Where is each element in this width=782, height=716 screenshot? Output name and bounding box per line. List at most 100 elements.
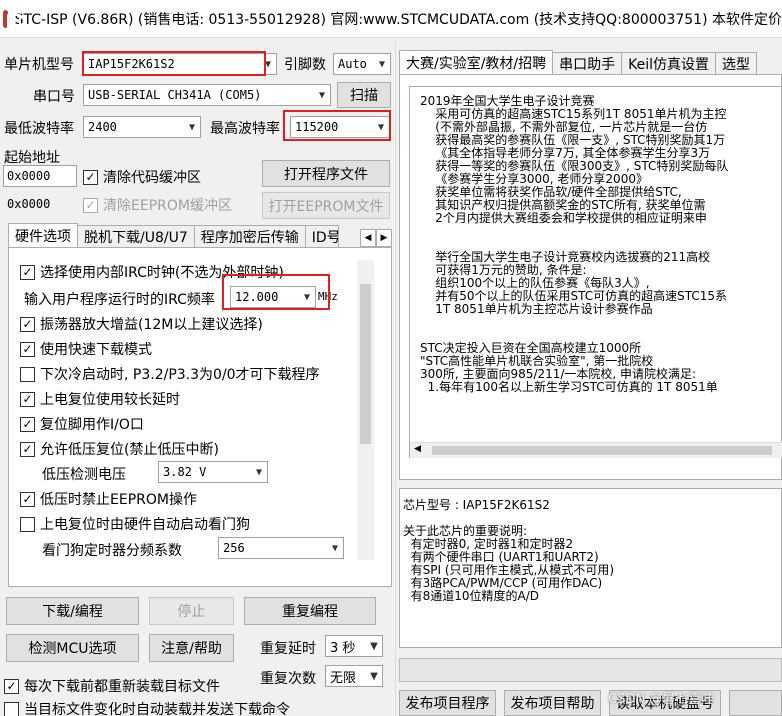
checkmark-icon: ✓ [83, 169, 98, 185]
checkmark-icon: ✓ [83, 197, 98, 213]
unchecked-box-icon [20, 516, 35, 532]
tab-offline-download[interactable]: 脱机下载/U8/U7 [77, 225, 195, 247]
tab-contest-lab[interactable]: 大赛/实验室/教材/招聘 [399, 50, 554, 74]
options-scrollbar[interactable] [357, 260, 374, 560]
chip-info-panel: 芯片型号 : IAP15F2K61S2 关于此芯片的重要说明: 有定时器0, 定… [399, 488, 782, 648]
cold-boot-label: 下次冷启动时, P3.2/P3.3为0/0才可下载程序 [40, 367, 320, 383]
min-baud-select[interactable]: 2400 ▼ [83, 116, 201, 138]
auto-reload-checkbox[interactable]: 当目标文件变化时自动装载并发送下载命令 [4, 699, 290, 716]
publish-help-button[interactable]: 发布项目帮助 [504, 690, 601, 716]
notice-help-button[interactable]: 注意/帮助 [149, 634, 234, 662]
osc-gain-checkbox[interactable]: ✓ 振荡器放大增益(12M以上建议选择) [20, 314, 263, 334]
irc-frequency-select[interactable]: 12.000 ▼ [230, 286, 316, 308]
unchecked-box-icon [4, 701, 19, 716]
eeprom-address-value: 0x0000 [7, 197, 51, 211]
fast-download-label: 使用快速下载模式 [40, 342, 152, 358]
mcu-model-select[interactable]: IAP15F2K61S2 ▼ [83, 53, 277, 75]
chevron-down-icon: ▼ [377, 121, 385, 133]
clear-code-buffer-label: 清除代码缓冲区 [103, 170, 201, 186]
checkmark-icon: ✓ [20, 491, 35, 507]
download-program-button[interactable]: 下载/编程 [6, 597, 139, 625]
app-logo-icon [3, 9, 20, 28]
clear-eeprom-buffer-checkbox[interactable]: ✓ 清除EEPROM缓冲区 [83, 195, 232, 215]
lvd-eeprom-label: 低压时禁止EEPROM操作 [40, 492, 197, 508]
news-scrollbar-thumb[interactable] [432, 446, 772, 455]
cold-boot-checkbox[interactable]: 下次冷启动时, P3.2/P3.3为0/0才可下载程序 [20, 364, 320, 384]
start-address-value: 0x0000 [7, 169, 51, 183]
open-eeprom-file-button[interactable]: 打开EEPROM文件 [262, 192, 390, 219]
repeat-count-value: 无限 [330, 670, 357, 686]
chevron-down-icon: ▼ [255, 466, 263, 478]
tab-serial-assistant[interactable]: 串口助手 [552, 52, 623, 74]
title-bar: STC-ISP (V6.86R) (销售电话: 0513-55012928) 官… [0, 0, 782, 38]
clear-code-buffer-checkbox[interactable]: ✓ 清除代码缓冲区 [83, 167, 201, 187]
eeprom-address-input[interactable]: 0x0000 [3, 193, 77, 215]
serial-port-label: 串口号 [33, 89, 75, 105]
chevron-down-icon: ▼ [378, 58, 386, 70]
tab-id-number[interactable]: ID号 [304, 225, 339, 247]
serial-port-select[interactable]: USB-SERIAL CH341A (COM5) ▼ [83, 84, 331, 106]
chevron-down-icon: ▼ [370, 640, 378, 652]
tab-selection[interactable]: 选型 [715, 52, 758, 74]
repeat-count-select[interactable]: 无限 ▼ [325, 665, 383, 687]
min-baud-value: 2400 [88, 120, 117, 134]
reset-delay-label: 上电复位使用较长延时 [40, 392, 180, 408]
panel-divider [395, 40, 396, 716]
news-horizontal-scrollbar[interactable]: ◀ [410, 442, 782, 458]
irc-clock-checkbox[interactable]: ✓ 选择使用内部IRC时钟(不选为外部时钟) [20, 262, 284, 282]
tab-keil-simulation[interactable]: Keil仿真设置 [621, 52, 717, 74]
mcu-model-value: IAP15F2K61S2 [88, 57, 175, 71]
irc-clock-label: 选择使用内部IRC时钟(不选为外部时钟) [40, 265, 284, 281]
chevron-down-icon: ▼ [303, 291, 311, 303]
options-scrollbar-thumb[interactable] [360, 284, 371, 444]
tab-encrypted-transfer[interactable]: 程序加密后传输 [193, 225, 306, 247]
repeat-program-button[interactable]: 重复编程 [244, 597, 376, 625]
lvd-voltage-value: 3.82 V [163, 465, 207, 479]
unchecked-box-icon [20, 366, 35, 382]
repeat-delay-select[interactable]: 3 秒 ▼ [325, 635, 383, 657]
pin-count-select[interactable]: Auto ▼ [333, 53, 391, 75]
chevron-down-icon: ▼ [264, 58, 272, 70]
window-title: STC-ISP (V6.86R) (销售电话: 0513-55012928) 官… [14, 11, 782, 28]
open-program-file-button[interactable]: 打开程序文件 [262, 160, 390, 187]
lvd-voltage-select[interactable]: 3.82 V ▼ [158, 461, 268, 483]
wdt-auto-checkbox[interactable]: 上电复位时由硬件自动启动看门狗 [20, 514, 250, 534]
checkmark-icon: ✓ [20, 316, 35, 332]
reset-pin-io-checkbox[interactable]: ✓ 复位脚用作I/O口 [20, 414, 144, 434]
max-baud-label: 最高波特率 [210, 121, 280, 137]
progress-bar [399, 658, 782, 682]
reset-pin-io-label: 复位脚用作I/O口 [40, 417, 144, 433]
wdt-divider-select[interactable]: 256 ▼ [218, 537, 344, 559]
detect-mcu-options-button[interactable]: 检测MCU选项 [6, 634, 139, 662]
lvd-reset-label: 允许低压复位(禁止低压中断) [40, 442, 219, 458]
publish-project-button[interactable]: 发布项目程序 [399, 690, 496, 716]
lvd-eeprom-checkbox[interactable]: ✓ 低压时禁止EEPROM操作 [20, 489, 197, 509]
lvd-voltage-label: 低压检测电压 [42, 467, 126, 483]
extra-button[interactable] [729, 690, 782, 716]
reload-before-download-label: 每次下载前都重新装载目标文件 [24, 679, 220, 695]
scan-button[interactable]: 扫描 [337, 82, 391, 108]
chevron-down-icon: ▼ [188, 121, 196, 133]
lvd-reset-checkbox[interactable]: ✓ 允许低压复位(禁止低压中断) [20, 439, 219, 459]
tab-scroll-right-icon[interactable]: ▶ [376, 229, 392, 247]
checkmark-icon: ✓ [20, 416, 35, 432]
watermark-text: CSDN @暑七喜咔 [608, 692, 715, 707]
max-baud-select[interactable]: 115200 ▼ [290, 116, 390, 138]
start-address-input[interactable]: 0x0000 [3, 165, 77, 187]
stop-button[interactable]: 停止 [149, 597, 234, 625]
reset-delay-checkbox[interactable]: ✓ 上电复位使用较长延时 [20, 389, 180, 409]
chevron-down-icon: ▼ [331, 542, 339, 554]
scroll-left-icon[interactable]: ◀ [414, 444, 421, 454]
repeat-delay-value: 3 秒 [330, 640, 356, 656]
serial-port-value: USB-SERIAL CH341A (COM5) [88, 88, 262, 102]
wdt-divider-value: 256 [223, 541, 245, 555]
reload-before-download-checkbox[interactable]: ✓ 每次下载前都重新装载目标文件 [4, 676, 220, 696]
min-baud-label: 最低波特率 [4, 121, 74, 137]
repeat-delay-label: 重复延时 [260, 641, 316, 657]
tab-scroll-left-icon[interactable]: ◀ [360, 229, 376, 247]
fast-download-checkbox[interactable]: ✓ 使用快速下载模式 [20, 339, 152, 359]
start-address-label: 起始地址 [4, 150, 60, 166]
tab-hardware-options[interactable]: 硬件选项 [8, 223, 78, 247]
checkmark-icon: ✓ [20, 341, 35, 357]
news-textbox[interactable]: 2019年全国大学生电子设计竞赛 采用可仿真的超高速STC15系列1T 8051… [409, 86, 782, 458]
